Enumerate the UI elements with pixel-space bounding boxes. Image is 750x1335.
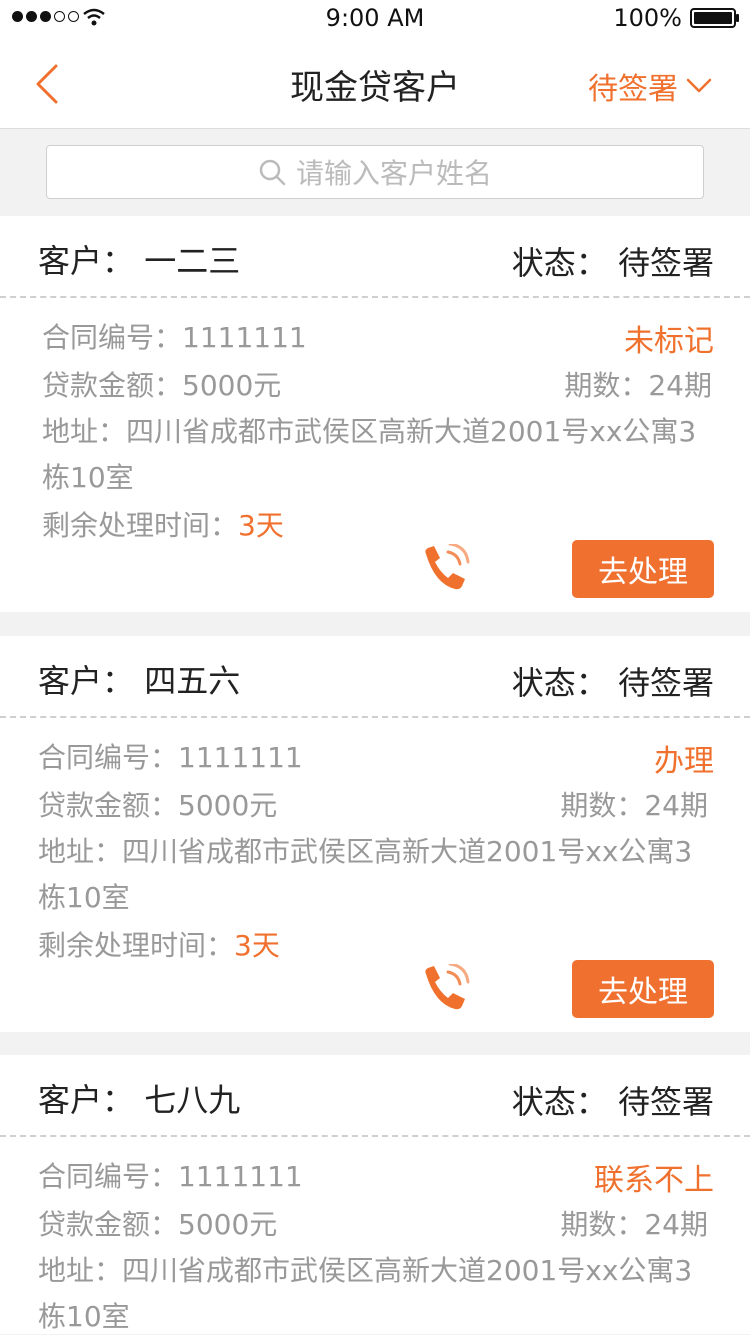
customer-status: 状态： 待签署 [511, 1083, 714, 1121]
loan-periods: 期数：24期 [560, 789, 708, 822]
status-filter-label: 待签署 [588, 72, 678, 107]
process-button[interactable]: 去处理 [572, 960, 714, 1018]
customer-card: 客户： 四五六 状态： 待签署 合同编号：1111111 办理 贷款金额：500… [0, 636, 750, 1032]
process-button[interactable]: 去处理 [572, 540, 714, 598]
loan-amount: 贷款金额：5000元 [38, 789, 278, 822]
loan-periods: 期数：24期 [560, 1208, 708, 1241]
contract-number: 合同编号：1111111 [38, 741, 303, 774]
mark-tag[interactable]: 未标记 [624, 316, 714, 360]
customer-name: 客户： 一二三 [38, 242, 241, 280]
customer-card: 客户： 一二三 状态： 待签署 合同编号：1111111 未标记 贷款金额：50… [0, 216, 750, 612]
mark-tag[interactable]: 办理 [654, 736, 714, 780]
customer-status: 状态： 待签署 [511, 244, 714, 282]
remaining-time: 剩余处理时间：3天 [38, 929, 280, 962]
status-filter-dropdown[interactable]: 待签署 [588, 64, 712, 108]
customer-status: 状态： 待签署 [511, 664, 714, 702]
status-bar: 9:00 AM 100% [0, 0, 750, 36]
card-header: 客户： 四五六 状态： 待签署 [0, 636, 750, 718]
nav-bar: 现金贷客户 待签署 [0, 36, 750, 129]
phone-call-icon[interactable] [420, 544, 470, 594]
phone-call-icon[interactable] [420, 964, 470, 1014]
loan-amount: 贷款金额：5000元 [42, 369, 282, 402]
customer-card: 客户： 七八九 状态： 待签署 合同编号：1111111 联系不上 贷款金额：5… [0, 1055, 750, 1334]
contract-number: 合同编号：1111111 [38, 1160, 303, 1193]
address-line-2: 栋10室 [42, 461, 134, 494]
battery-percent: 100% [613, 4, 682, 32]
remaining-time: 剩余处理时间：3天 [42, 509, 284, 542]
address-line: 地址：四川省成都市武侯区高新大道2001号xx公寓3 [42, 415, 697, 448]
customer-name: 客户： 四五六 [38, 662, 241, 700]
contract-number: 合同编号：1111111 [42, 321, 307, 354]
chevron-down-icon [686, 78, 712, 93]
search-input[interactable]: 请输入客户姓名 [46, 145, 704, 199]
search-area: 请输入客户姓名 [0, 129, 750, 215]
address-line-2: 栋10室 [38, 1300, 130, 1333]
search-icon [259, 159, 286, 186]
address-line: 地址：四川省成都市武侯区高新大道2001号xx公寓3 [38, 835, 693, 868]
card-header: 客户： 七八九 状态： 待签署 [0, 1055, 750, 1137]
card-header: 客户： 一二三 状态： 待签署 [0, 216, 750, 298]
customer-name: 客户： 七八九 [38, 1081, 241, 1119]
loan-amount: 贷款金额：5000元 [38, 1208, 278, 1241]
search-placeholder: 请输入客户姓名 [295, 157, 492, 190]
loan-periods: 期数：24期 [564, 369, 712, 402]
mark-tag[interactable]: 联系不上 [594, 1155, 714, 1199]
address-line: 地址：四川省成都市武侯区高新大道2001号xx公寓3 [38, 1254, 693, 1287]
address-line-2: 栋10室 [38, 881, 130, 914]
battery-icon [690, 8, 739, 28]
